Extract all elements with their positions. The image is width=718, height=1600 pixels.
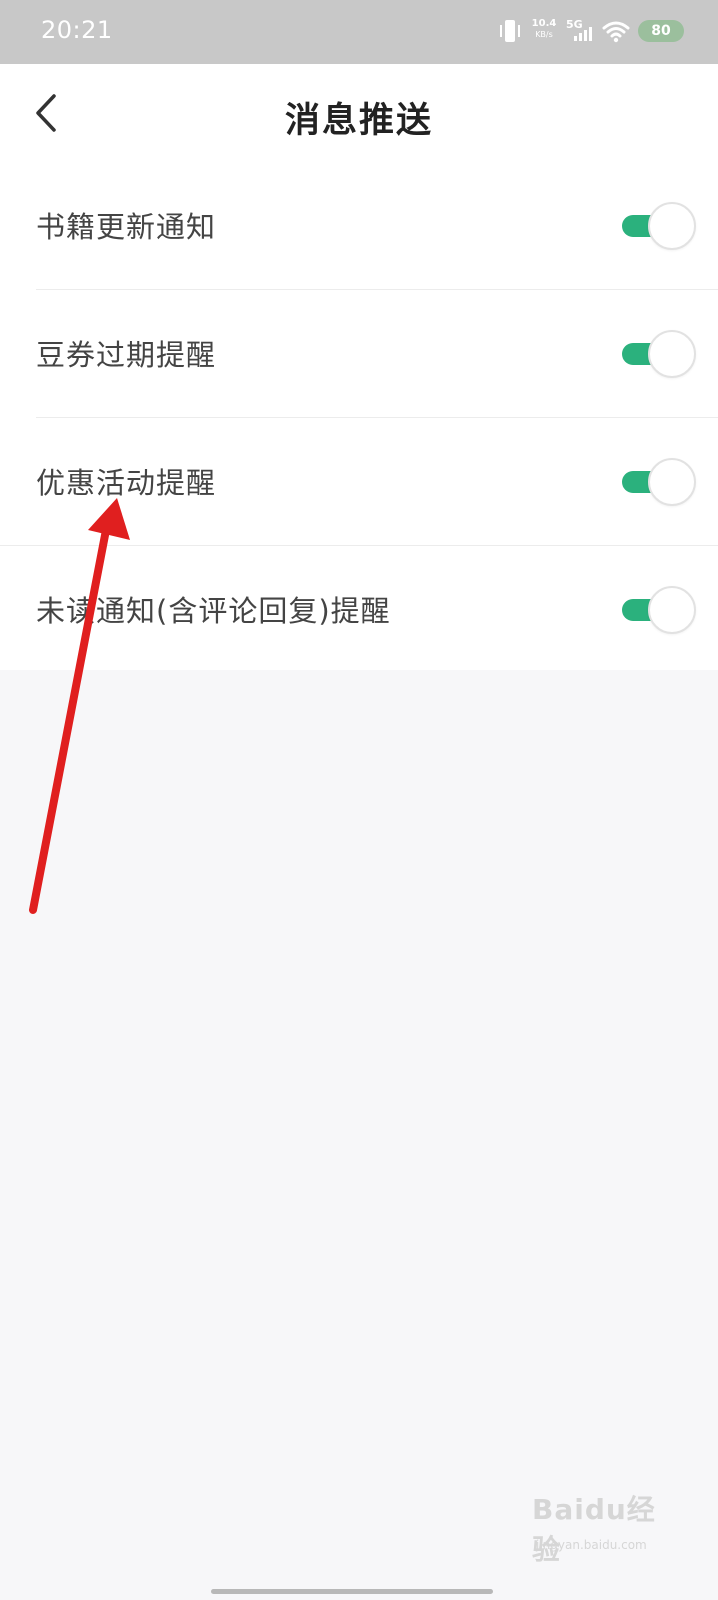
setting-label: 书籍更新通知	[36, 210, 217, 244]
screen: 20:21 10.4 KB/s 5G 80 消息推送 书籍更新通知 豆券过期提醒…	[0, 0, 718, 1600]
watermark-sub: jingyan.baidu.com	[536, 1538, 647, 1552]
status-time: 20:21	[41, 16, 113, 44]
wifi-icon	[602, 21, 630, 43]
header: 消息推送	[0, 64, 718, 162]
signal-icon: 5G	[566, 18, 596, 44]
home-indicator[interactable]	[211, 1589, 493, 1594]
toggle-knob	[648, 202, 696, 250]
vibrate-icon	[500, 20, 520, 42]
battery-icon: 80	[638, 20, 684, 42]
unread-notification-toggle[interactable]	[620, 586, 696, 634]
toggle-knob	[648, 330, 696, 378]
watermark-logo: Baidu经验 jingyan.baidu.com	[532, 1488, 682, 1570]
status-bar: 20:21 10.4 KB/s 5G 80	[0, 0, 718, 64]
toggle-knob	[648, 586, 696, 634]
setting-row-promotion: 优惠活动提醒	[0, 418, 718, 546]
setting-row-book-update: 书籍更新通知	[0, 162, 718, 290]
coupon-expiry-toggle[interactable]	[620, 330, 696, 378]
setting-label: 豆券过期提醒	[36, 338, 217, 372]
toggle-knob	[648, 458, 696, 506]
settings-list: 书籍更新通知 豆券过期提醒 优惠活动提醒 未读通知(含评论回复)提醒	[0, 162, 718, 670]
net-speed-unit: KB/s	[535, 30, 553, 39]
promotion-toggle[interactable]	[620, 458, 696, 506]
setting-row-unread-notification: 未读通知(含评论回复)提醒	[0, 546, 718, 670]
setting-label: 优惠活动提醒	[36, 466, 217, 500]
setting-label: 未读通知(含评论回复)提醒	[36, 594, 391, 628]
watermark-main: Baidu经验	[532, 1493, 656, 1566]
status-icons: 10.4 KB/s 5G 80	[498, 14, 688, 50]
net-speed-value: 10.4	[531, 18, 557, 29]
net-speed: 10.4 KB/s	[530, 18, 558, 40]
setting-row-coupon-expiry: 豆券过期提醒	[0, 290, 718, 418]
page-title: 消息推送	[284, 101, 433, 141]
book-update-toggle[interactable]	[620, 202, 696, 250]
